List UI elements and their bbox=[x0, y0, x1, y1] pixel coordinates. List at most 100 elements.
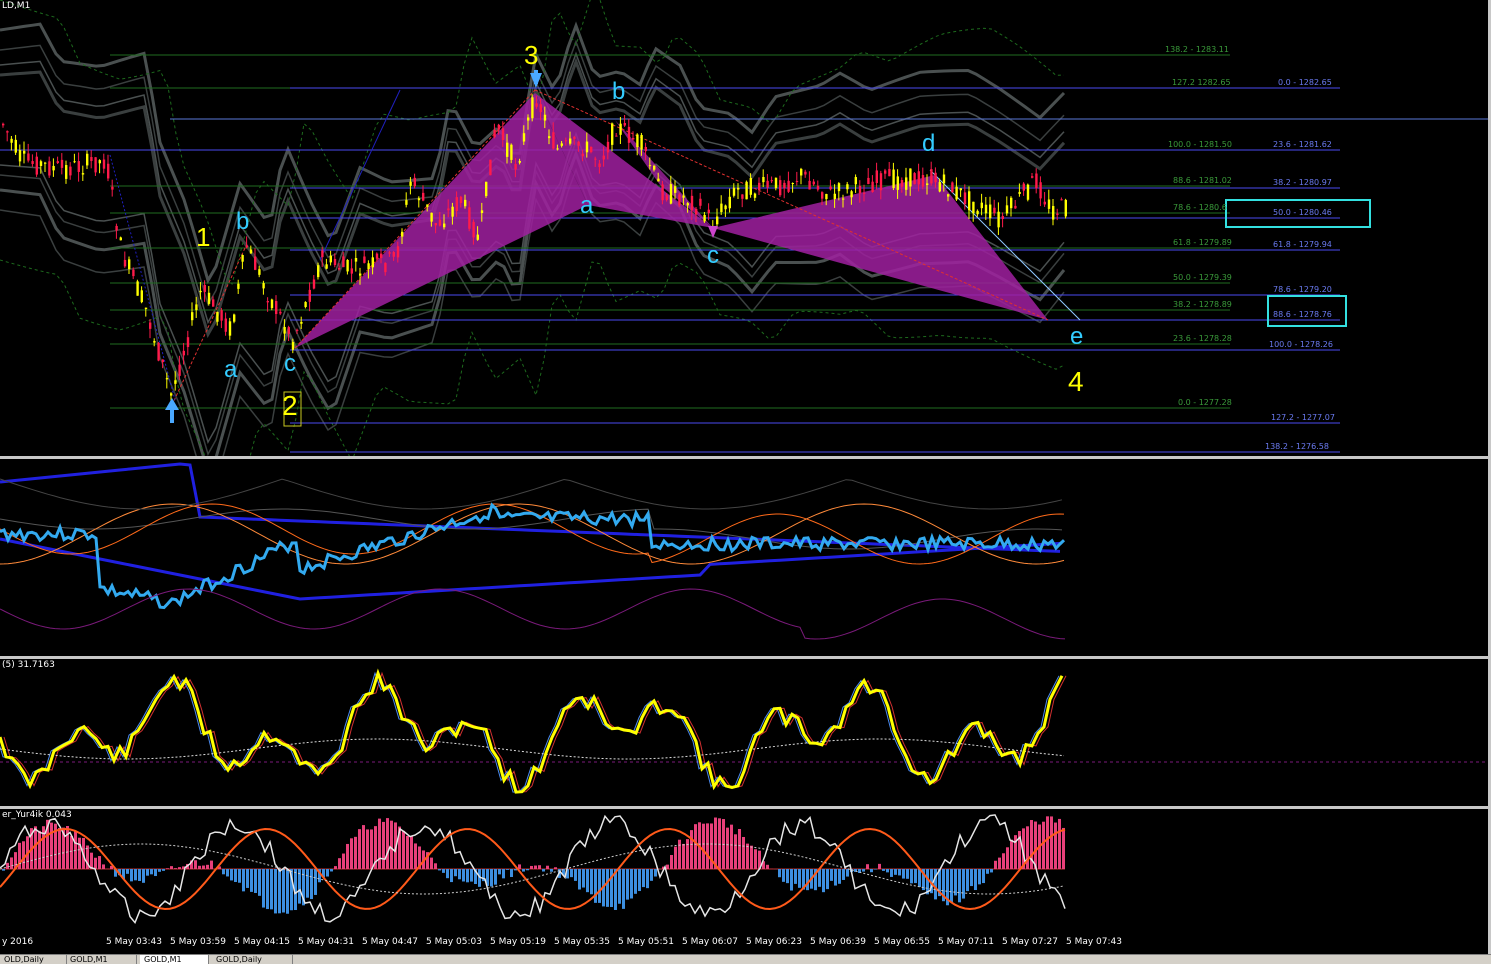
candle-body bbox=[418, 198, 420, 200]
fib-label-right: 50.0 - 1280.46 bbox=[1273, 208, 1332, 217]
candle-body bbox=[1023, 184, 1025, 191]
histogram-bar bbox=[410, 836, 413, 869]
upper-band bbox=[0, 464, 1060, 551]
histogram-bar bbox=[386, 818, 389, 869]
histogram-bar bbox=[34, 826, 37, 869]
candle-body bbox=[653, 166, 655, 170]
candle-body bbox=[216, 312, 218, 322]
histogram-bar bbox=[234, 869, 237, 882]
histogram-bar bbox=[102, 864, 105, 869]
wave-label: a bbox=[580, 192, 593, 220]
histogram-bar bbox=[130, 869, 133, 881]
candle-body bbox=[762, 177, 764, 182]
candle-body bbox=[204, 285, 206, 292]
candle-body bbox=[880, 173, 882, 190]
time-label: 5 May 06:55 bbox=[874, 937, 930, 947]
candle-body bbox=[73, 161, 75, 162]
wave-arrow-small bbox=[708, 226, 718, 238]
histogram-bar bbox=[222, 869, 225, 874]
indicator-pane-stochastic[interactable]: (5) 31.7163 bbox=[0, 659, 1488, 806]
candle-body bbox=[624, 123, 626, 126]
histogram-bar bbox=[170, 866, 173, 869]
histogram-bar bbox=[94, 858, 97, 869]
fib-label-right: 100.0 - 1278.26 bbox=[1269, 340, 1333, 349]
histogram-bar bbox=[454, 869, 457, 876]
candle-body bbox=[44, 163, 46, 164]
indicator-pane-bands[interactable] bbox=[0, 459, 1488, 656]
candle-body bbox=[1048, 200, 1050, 209]
histogram-bar bbox=[994, 861, 997, 869]
candle-body bbox=[855, 177, 857, 184]
histogram-bar bbox=[6, 863, 9, 869]
candle-body bbox=[645, 147, 647, 151]
candle-body bbox=[107, 164, 109, 179]
histogram-bar bbox=[838, 869, 841, 884]
price-chart-canvas bbox=[0, 0, 1488, 456]
histogram-bar bbox=[1010, 840, 1013, 869]
candle-body bbox=[23, 151, 25, 154]
histogram-bar bbox=[626, 869, 629, 900]
histogram-bar bbox=[534, 866, 537, 869]
candle-body bbox=[481, 210, 483, 213]
candle-body bbox=[951, 182, 953, 192]
fib-label-left: 23.6 - 1278.28 bbox=[1173, 334, 1232, 343]
candle-body bbox=[1027, 185, 1029, 200]
histogram-bar bbox=[502, 869, 505, 878]
histogram-bar bbox=[638, 869, 641, 891]
histogram-bar bbox=[210, 861, 213, 869]
candle-body bbox=[145, 308, 147, 309]
price-line bbox=[0, 505, 1064, 607]
histogram-bar bbox=[470, 869, 473, 882]
histogram-bar bbox=[510, 869, 513, 877]
histogram-bar bbox=[382, 822, 385, 869]
histogram-bar bbox=[342, 854, 345, 869]
candle-body bbox=[674, 186, 676, 193]
candle-body bbox=[993, 208, 995, 213]
candle-body bbox=[174, 380, 176, 384]
candle-body bbox=[565, 140, 567, 141]
histogram-bar bbox=[1042, 822, 1045, 869]
candle-body bbox=[922, 175, 924, 187]
candle-body bbox=[401, 232, 403, 237]
candle-body bbox=[94, 157, 96, 172]
histogram-bar bbox=[370, 829, 373, 869]
candle-body bbox=[384, 263, 386, 272]
candle-body bbox=[325, 264, 327, 268]
histogram-bar bbox=[458, 869, 461, 879]
histogram-bar bbox=[1062, 828, 1065, 869]
histogram-bar bbox=[194, 860, 197, 869]
candle-body bbox=[372, 257, 374, 267]
histogram-bar bbox=[622, 869, 625, 909]
time-label: 5 May 04:15 bbox=[234, 937, 290, 947]
histogram-bar bbox=[978, 869, 981, 884]
time-label: 5 May 04:47 bbox=[362, 937, 418, 947]
candle-body bbox=[472, 222, 474, 238]
histogram-bar bbox=[206, 865, 209, 869]
candle-body bbox=[787, 181, 789, 192]
candle-body bbox=[703, 215, 705, 221]
candle-body bbox=[90, 157, 92, 161]
histogram-bar bbox=[742, 837, 745, 869]
indicator-pane-histogram[interactable]: er_Yur4ik 0.043 bbox=[0, 809, 1488, 934]
histogram-bar bbox=[738, 829, 741, 869]
candle-body bbox=[380, 254, 382, 258]
candle-body bbox=[271, 300, 273, 309]
trend-line bbox=[110, 155, 175, 400]
histogram-bar bbox=[870, 869, 873, 872]
candle-body bbox=[661, 184, 663, 200]
candle-body bbox=[342, 256, 344, 267]
candle-body bbox=[640, 135, 642, 150]
histogram-bar bbox=[990, 869, 993, 872]
candle-body bbox=[170, 393, 172, 395]
candle-body bbox=[393, 252, 395, 257]
candle-body bbox=[771, 180, 773, 181]
candle-body bbox=[208, 293, 210, 304]
candle-body bbox=[863, 193, 865, 194]
price-chart-pane[interactable]: LD,M1 138.2 - 1283.11127.2 1282.65100.0 … bbox=[0, 0, 1488, 456]
histogram-bar bbox=[734, 834, 737, 869]
candle-body bbox=[687, 203, 689, 205]
candle-body bbox=[611, 123, 613, 144]
histogram-bar bbox=[246, 869, 249, 888]
histogram-bar bbox=[98, 856, 101, 869]
candle-body bbox=[678, 195, 680, 206]
